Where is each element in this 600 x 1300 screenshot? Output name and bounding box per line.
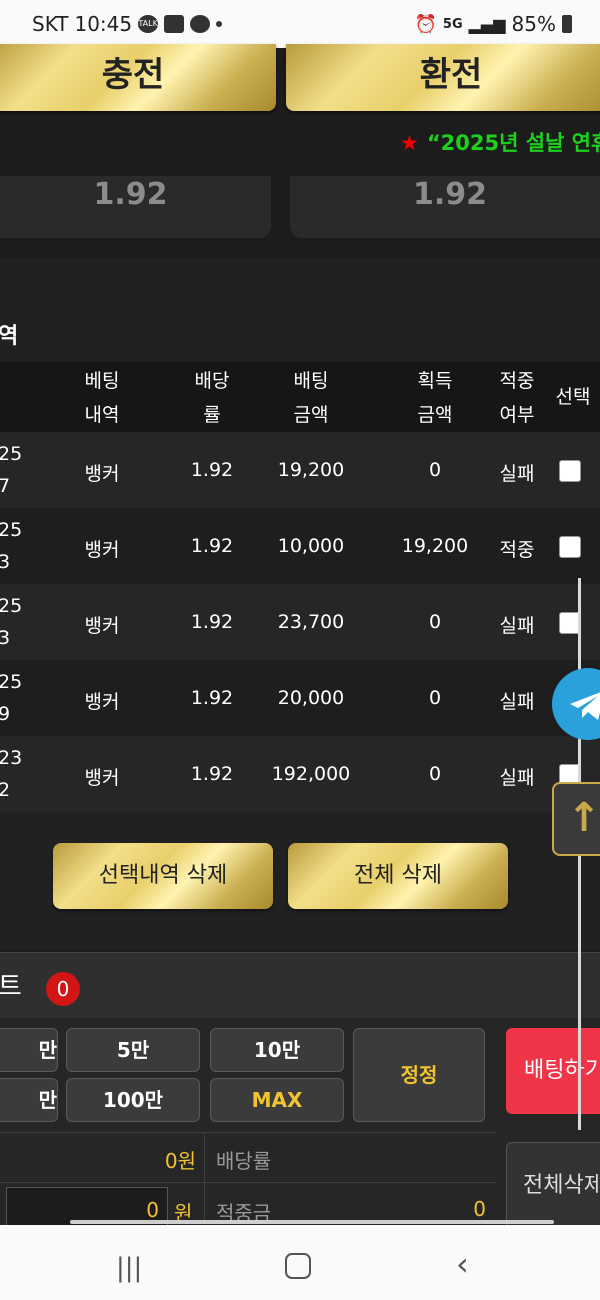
- charge-button[interactable]: 충전: [0, 44, 276, 111]
- odds-label: 배당률: [216, 1149, 272, 1173]
- chip-50k-button[interactable]: 5만: [66, 1028, 200, 1072]
- row-result: 실패: [499, 767, 535, 789]
- battery-percent: 85%: [511, 12, 556, 36]
- header-bet-detail: 베팅 내역: [84, 370, 120, 426]
- row-bet: 뱅커: [84, 539, 120, 561]
- row-bet: 뱅커: [84, 463, 120, 485]
- row-amount: 10,000: [277, 535, 345, 557]
- row-amount: 192,000: [271, 763, 351, 785]
- delete-all-button[interactable]: 전체 삭제: [288, 843, 508, 909]
- kakaotalk-icon: TALK: [138, 15, 159, 33]
- total-amount: 0원: [164, 1149, 196, 1173]
- navigation-bar: ||| ‹: [0, 1225, 600, 1300]
- alarm-icon: ⏰: [414, 13, 437, 35]
- row-result: 실패: [499, 463, 535, 485]
- chip-max-button[interactable]: MAX: [210, 1078, 344, 1122]
- cart-delete-all-button[interactable]: 전체삭제: [506, 1142, 600, 1230]
- row-won: 0: [428, 687, 442, 709]
- odds-value: 1.92: [93, 177, 168, 212]
- header-bet-amount: 배팅 금액: [293, 370, 329, 426]
- row-won: 0: [428, 763, 442, 785]
- table-row: 25 9 뱅커 1.92 20,000 0 실패: [0, 660, 600, 736]
- gesture-bar: [70, 1220, 554, 1224]
- header-odds: 배당 률: [194, 370, 230, 426]
- row-odds: 1.92: [190, 535, 234, 557]
- row-amount: 19,200: [277, 459, 345, 481]
- row-bet: 뱅커: [84, 615, 120, 637]
- chip-amount-button[interactable]: 만: [0, 1078, 58, 1122]
- battery-icon: [562, 15, 572, 33]
- table-row: 25 3 뱅커 1.92 10,000 19,200 적중: [0, 508, 600, 584]
- cart-count-badge: 0: [46, 972, 80, 1006]
- row-amount: 23,700: [277, 611, 345, 633]
- status-bar: SKT 10:45 TALK ⏰ 5G ▂▄▆ 85%: [0, 0, 600, 48]
- message-icon: [190, 15, 211, 33]
- header-win-amount: 획득 금액: [417, 370, 453, 426]
- header-select: 선택: [555, 386, 591, 408]
- row-result: 실패: [499, 615, 535, 637]
- reset-button[interactable]: 정정: [353, 1028, 485, 1122]
- exchange-button[interactable]: 환전: [286, 44, 600, 111]
- row-result: 실패: [499, 691, 535, 713]
- row-checkbox[interactable]: [559, 536, 581, 558]
- table-row: 25 3 뱅커 1.92 23,700 0 실패: [0, 584, 600, 660]
- more-notifications-icon: [216, 21, 223, 27]
- cart-header: [0, 952, 600, 1019]
- gallery-icon: [164, 15, 185, 33]
- row-won: 0: [428, 459, 442, 481]
- row-date: 25 9: [0, 671, 23, 725]
- row-date: 25 7: [0, 443, 23, 497]
- clock: 10:45: [74, 12, 133, 36]
- row-checkbox[interactable]: [559, 460, 581, 482]
- row-won: 19,200: [401, 535, 469, 557]
- row-bet: 뱅커: [84, 767, 120, 789]
- row-won: 0: [428, 611, 442, 633]
- back-icon[interactable]: ‹: [456, 1245, 469, 1283]
- scroll-top-icon[interactable]: ↑: [552, 782, 600, 856]
- home-icon[interactable]: [285, 1253, 311, 1279]
- telegram-icon[interactable]: [552, 668, 600, 740]
- table-row: 23 2 뱅커 1.92 192,000 0 실패: [0, 736, 600, 812]
- row-date: 25 3: [0, 519, 23, 573]
- odds-box-left: 1.92: [0, 176, 271, 238]
- notice-ticker: ★ “2025년 설날 연휴: [400, 127, 600, 157]
- delete-selected-button[interactable]: 선택내역 삭제: [53, 843, 273, 909]
- row-odds: 1.92: [190, 611, 234, 633]
- row-result: 적중: [499, 539, 535, 561]
- star-icon: ★: [400, 131, 419, 155]
- cart-title: 카트: [0, 972, 22, 1002]
- table-row: 25 7 뱅커 1.92 19,200 0 실패: [0, 432, 600, 508]
- ticker-text: “2025년 설날 연휴: [426, 131, 600, 155]
- recent-apps-icon[interactable]: |||: [116, 1253, 142, 1283]
- header-result: 적중 여부: [499, 370, 535, 426]
- row-date: 25 3: [0, 595, 23, 649]
- carrier: SKT: [32, 12, 69, 36]
- signal-icon: ▂▄▆: [468, 14, 506, 34]
- odds-box-right: 1.92: [290, 176, 600, 238]
- table-header: 베팅 내역 배당 률 배팅 금액 획득 금액 적중 여부 선택: [0, 362, 600, 432]
- row-date: 23 2: [0, 747, 23, 801]
- chip-amount-button[interactable]: 만: [0, 1028, 58, 1072]
- chip-1m-button[interactable]: 100만: [66, 1078, 200, 1122]
- row-bet: 뱅커: [84, 691, 120, 713]
- row-odds: 1.92: [190, 763, 234, 785]
- history-title: 역: [0, 324, 19, 349]
- row-odds: 1.92: [190, 459, 234, 481]
- place-bet-button[interactable]: 배팅하기: [506, 1028, 600, 1114]
- payout-value: 0: [473, 1197, 486, 1221]
- row-amount: 20,000: [277, 687, 345, 709]
- network-type: 5G: [442, 16, 463, 32]
- row-odds: 1.92: [190, 687, 234, 709]
- odds-value: 1.92: [412, 177, 488, 212]
- total-row: 0원 배당률: [0, 1132, 496, 1183]
- divider: [204, 1133, 205, 1183]
- chip-100k-button[interactable]: 10만: [210, 1028, 344, 1072]
